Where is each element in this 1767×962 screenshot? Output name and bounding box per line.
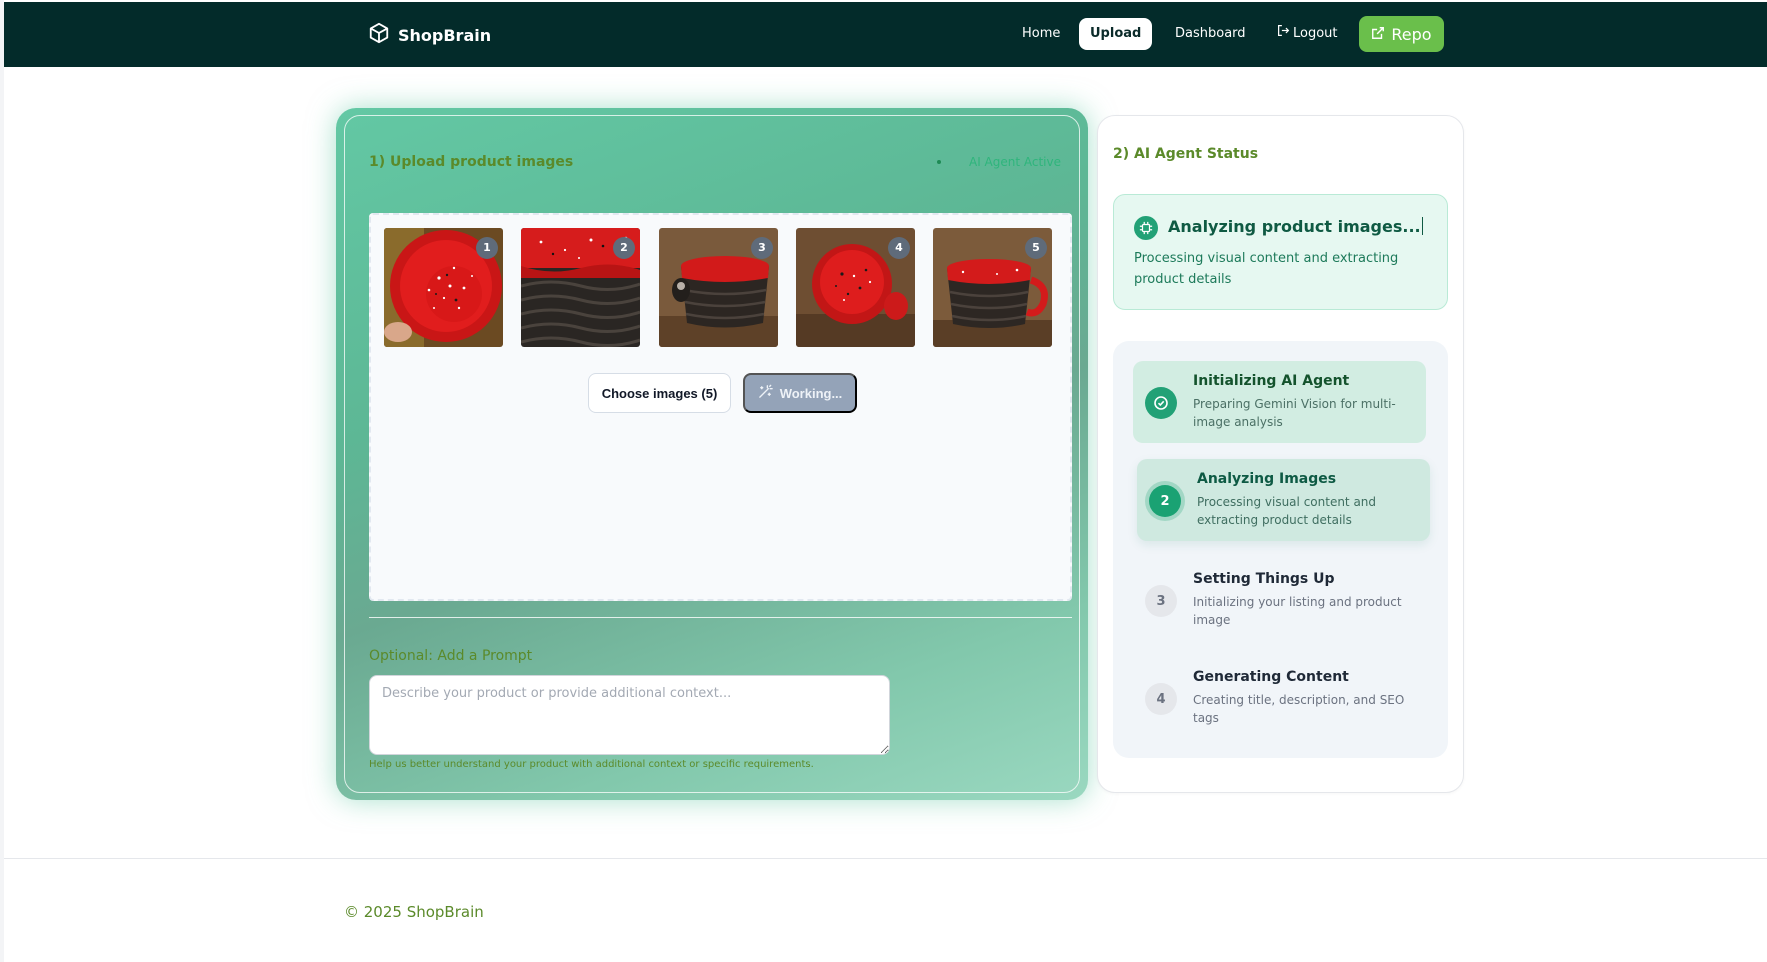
step-description: Creating title, description, and SEO tag…: [1193, 693, 1405, 725]
step-description: Preparing Gemini Vision for multi-image …: [1193, 397, 1396, 429]
step-title: Initializing AI Agent: [1193, 373, 1350, 389]
thumbnail-number-badge: 1: [476, 237, 498, 259]
status-title: 2) AI Agent Status: [1113, 146, 1259, 162]
image-dropzone[interactable]: 1 2 3 4 5 Choose images (5) Working...: [369, 213, 1072, 601]
step-number-badge: 4: [1145, 683, 1177, 715]
page-left-edge: [0, 0, 4, 962]
status-dot-icon: [936, 160, 941, 164]
brand[interactable]: ShopBrain: [368, 22, 491, 48]
agent-active-label: AI Agent Active: [968, 155, 1061, 169]
upload-panel-inner: 1) Upload product images AI Agent Active: [344, 115, 1080, 793]
thumbnail-3[interactable]: 3: [659, 228, 778, 347]
thumbnail-4[interactable]: 4: [796, 228, 915, 347]
current-activity-text: Analyzing product images...: [1168, 217, 1421, 236]
thumbnail-2[interactable]: 2: [521, 228, 640, 347]
thumbnail-number-badge: 5: [1025, 237, 1047, 259]
step-number-badge: 3: [1145, 585, 1177, 617]
working-label: Working...: [779, 385, 843, 401]
footer-copyright: © 2025 ShopBrain: [344, 903, 484, 921]
step-title: Setting Things Up: [1193, 571, 1335, 587]
upload-title: 1) Upload product images: [369, 154, 574, 170]
ai-chip-icon: [1134, 216, 1158, 240]
typing-caret: [1421, 217, 1423, 235]
choose-images-button[interactable]: Choose images (5): [588, 373, 731, 413]
step-number-badge: 2: [1149, 485, 1181, 517]
current-activity-subtext: Processing visual content and extracting…: [1134, 251, 1399, 287]
brand-name: ShopBrain: [398, 25, 492, 45]
cube-icon: [368, 22, 390, 48]
nav-upload-link[interactable]: Upload: [1079, 18, 1153, 50]
prompt-label: Optional: Add a Prompt: [369, 648, 533, 664]
agent-active-indicator: AI Agent Active: [936, 155, 1061, 169]
generate-working-button[interactable]: Working...: [743, 373, 857, 413]
prompt-help-text: Help us better understand your product w…: [369, 759, 814, 770]
current-activity-heading: Analyzing product images...: [1168, 217, 1423, 236]
top-navbar: ShopBrain Home Upload Dashboard Logout R…: [4, 2, 1767, 67]
agent-status-panel: 2) AI Agent Status Analyzing product ima…: [1097, 115, 1464, 793]
step-item-initializing: Initializing AI Agent Preparing Gemini V…: [1133, 361, 1426, 443]
nav-home-link[interactable]: Home: [1011, 18, 1071, 50]
step-item-generating: 4 Generating Content Creating title, des…: [1133, 657, 1426, 739]
logout-label: Logout: [1293, 26, 1338, 41]
upload-panel: 1) Upload product images AI Agent Active: [336, 108, 1088, 800]
thumbnail-number-badge: 2: [613, 237, 635, 259]
repo-label: Repo: [1391, 24, 1432, 44]
nav-dashboard-link[interactable]: Dashboard: [1164, 18, 1257, 50]
thumbnail-number-badge: 3: [751, 237, 773, 259]
steps-list: Initializing AI Agent Preparing Gemini V…: [1113, 341, 1448, 758]
magic-wand-icon: [758, 384, 773, 402]
step-description: Initializing your listing and product im…: [1193, 595, 1402, 627]
external-link-icon: [1371, 25, 1385, 44]
check-circle-icon: [1145, 387, 1177, 419]
current-activity-box: Analyzing product images... Processing v…: [1113, 194, 1448, 310]
prompt-textarea[interactable]: [369, 675, 890, 755]
step-title: Analyzing Images: [1197, 471, 1337, 487]
thumbnail-5[interactable]: 5: [933, 228, 1052, 347]
thumbnail-number-badge: 4: [888, 237, 910, 259]
footer-divider: [4, 858, 1767, 859]
step-item-analyzing: 2 Analyzing Images Processing visual con…: [1137, 459, 1430, 541]
thumbnail-1[interactable]: 1: [384, 228, 503, 347]
step-item-setup: 3 Setting Things Up Initializing your li…: [1133, 559, 1426, 641]
section-divider: [369, 617, 1072, 618]
step-title: Generating Content: [1193, 669, 1349, 685]
logout-icon: [1277, 18, 1290, 50]
nav-logout-link[interactable]: Logout: [1266, 18, 1349, 50]
repo-button[interactable]: Repo: [1359, 16, 1444, 52]
step-description: Processing visual content and extracting…: [1197, 495, 1377, 527]
